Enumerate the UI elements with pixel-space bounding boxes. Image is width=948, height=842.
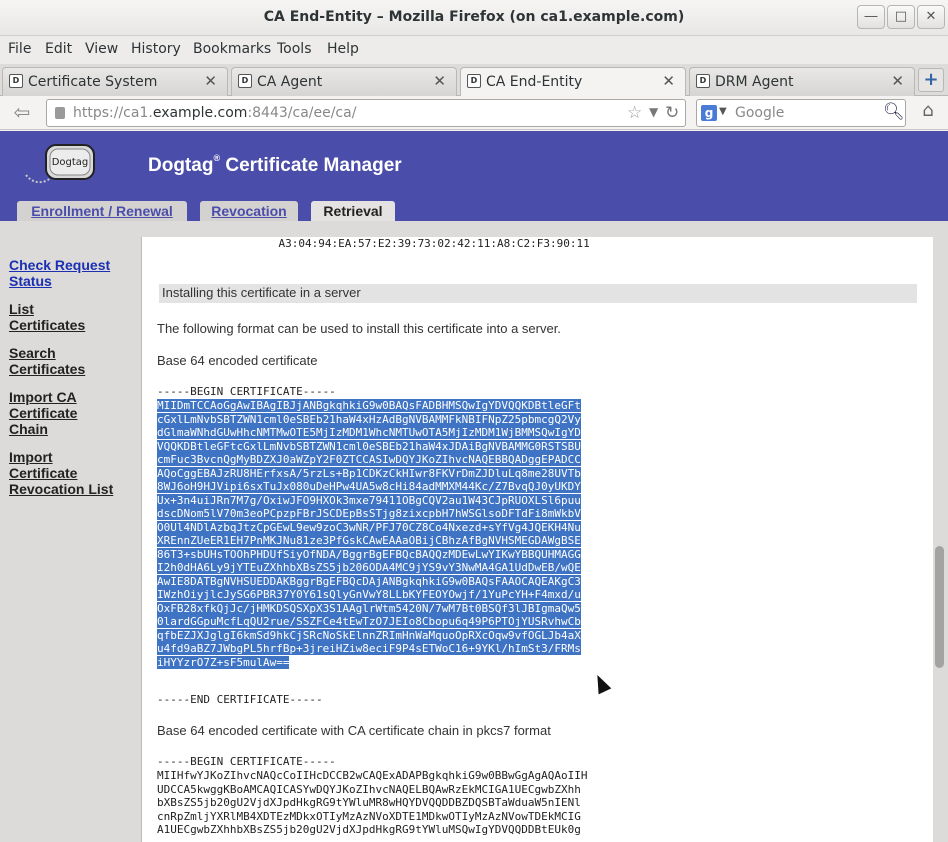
search-bar[interactable]: g ▼ Google 🔍︎: [696, 99, 906, 127]
certificate-line: cmFuc3BvcnQgMyBDZXJ0aWZpY2F0ZTCCASIwDQYJ…: [157, 453, 581, 466]
certificate-line: cGxlLmNvbSBTZWN1cml0eSBEb21haW4xHzAdBgNV…: [157, 412, 581, 426]
base64-label: Base 64 encoded certificate: [157, 353, 318, 368]
engine-dropdown-icon[interactable]: ▼: [719, 106, 727, 117]
certificate-line: VQQKDBtleGFtcGxlLmNvbSBTZWN1cml0eSBEb21h…: [157, 439, 581, 453]
close-tab-icon[interactable]: ✕: [433, 72, 446, 90]
menu-bookmarks[interactable]: Bookmarks: [193, 41, 271, 57]
certificate-line: OxFB28xfkQjJc/jHMKDSQSXpX3S1AAglrWtm5420…: [157, 601, 581, 615]
product-title: Dogtag® Certificate Manager: [148, 153, 402, 176]
bookmark-star-icon[interactable]: ☆: [627, 103, 642, 123]
menu-bar: File Edit View History Bookmarks Tools H…: [0, 36, 948, 64]
tab-retrieval[interactable]: Retrieval: [311, 201, 395, 221]
window-titlebar: CA End-Entity – Mozilla Firefox (on ca1.…: [0, 0, 948, 36]
certificate-line: 8WJ6oH9HJVipi6sxTuJx080uDeHPw4UA5w8cHi84…: [157, 480, 581, 493]
back-arrow-icon[interactable]: ⇦: [6, 100, 38, 126]
sidebar: Check Request Status List Certificates Sea…: [0, 221, 141, 842]
pkcs7-label: Base 64 encoded certificate with CA cert…: [157, 723, 551, 738]
navigation-bar: ⇦ https://ca1.example.com:8443/ca/ee/ca/…: [0, 96, 948, 130]
pkcs7-begin: -----BEGIN CERTIFICATE-----: [157, 755, 336, 768]
pkcs7-line: UDCCA5kwggKBoAMCAQICASYwDQYJKoZIhvcNAQEL…: [157, 782, 581, 796]
close-window-button[interactable]: ✕: [917, 5, 945, 29]
tab-enrollment-renewal[interactable]: Enrollment / Renewal: [17, 201, 187, 221]
minimize-button[interactable]: ―: [857, 5, 885, 29]
certificate-line: qfbEZJXJglgI6kmSd9hkCjSRcNoSkElnnZRImHnW…: [157, 628, 581, 642]
close-tab-icon[interactable]: ✕: [204, 72, 217, 90]
reload-icon[interactable]: ↻: [665, 103, 679, 123]
certificate-line: I2h0dHA6Ly9jYTEuZXhhbXBsZS5jb206ODA4MC9j…: [157, 561, 581, 574]
main-panel: A3:04:94:EA:57:E2:39:73:02:42:11:A8:C2:F…: [141, 237, 933, 842]
tab-label: CA End-Entity: [486, 74, 583, 90]
certificate-line: Ux+3n4uiJRn7M7g/OxiwJFO9HXOk3mxe79411OBg…: [157, 493, 581, 507]
tab-label: CA Agent: [257, 74, 323, 90]
certificate-line: IWzhOiyjlcJySG6PBR37Y0Y61sQlyGnVwY8LLbKY…: [157, 588, 581, 601]
search-icon[interactable]: 🔍︎: [883, 102, 905, 122]
scrollbar[interactable]: [933, 221, 948, 842]
certificate-line: O0Ul4NDlAzbqJtzCpGEwL9ew9zoC3wNR/PFJ70CZ…: [157, 520, 581, 534]
certificate-line: AwIE8DATBgNVHSUEDDAKBggrBgEFBQcDAjANBgkq…: [157, 574, 581, 588]
window-title: CA End-Entity – Mozilla Firefox (on ca1.…: [263, 9, 685, 25]
menu-history[interactable]: History: [131, 41, 181, 57]
dogtag-favicon-icon: D: [238, 74, 252, 88]
certificate-line: u4fd9aBZ7JWbgPL5hrfBp+3jreiHZiw8eciF9P4s…: [157, 642, 581, 655]
pkcs7-line: MIIHfwYJKoZIhvcNAQcCoIIHcDCCB2wCAQExADAP…: [157, 769, 588, 782]
certificate-text[interactable]: MIIDmTCCAoGgAwIBAgIBJjANBgkqhkiG9w0BAQsF…: [157, 399, 581, 669]
certificate-line: dGlmaWNhdGUwHhcNMTMwOTE5MjIzMDM1WhcNMTUw…: [157, 426, 581, 439]
certificate-line: AQoCggEBAJzRU8HErfxsA/5rzLs+Bp1CDKzCkHIw…: [157, 466, 581, 480]
search-placeholder: Google: [735, 105, 785, 121]
begin-certificate: -----BEGIN CERTIFICATE-----: [157, 385, 336, 398]
tab-drm-agent[interactable]: D DRM Agent ✕: [689, 67, 915, 96]
pkcs7-line: cnRpZmljYXRlMB4XDTEzMDkxOTIyMzAzNVoXDTE1…: [157, 809, 581, 823]
menu-edit[interactable]: Edit: [45, 41, 72, 57]
tab-label: Certificate System: [28, 74, 158, 90]
tab-revocation[interactable]: Revocation: [200, 201, 298, 221]
home-icon[interactable]: ⌂: [914, 100, 942, 126]
certificate-line: XREnnZUeER1EH7PnMKJNu81ze3PfGskCAwEAAaOB…: [157, 534, 581, 547]
dogtag-banner: Dogtag Dogtag® Certificate Manager Enrol…: [0, 131, 948, 221]
lock-icon: [55, 107, 65, 119]
sidebar-import-ca-chain[interactable]: Import CA Certificate Chain: [9, 389, 77, 437]
url-dropdown-icon[interactable]: ▼: [649, 105, 658, 119]
dogtag-favicon-icon: D: [9, 74, 23, 88]
tab-certificate-system[interactable]: D Certificate System ✕: [2, 67, 228, 96]
url-bar[interactable]: https://ca1.example.com:8443/ca/ee/ca/ ☆…: [46, 99, 686, 127]
svg-text:Dogtag: Dogtag: [52, 157, 89, 168]
certificate-line: 0lardGGpuMcfLqQU2rue/SSZFCe4tEwTzO7JEIo8…: [157, 615, 581, 628]
tab-ca-agent[interactable]: D CA Agent ✕: [231, 67, 457, 96]
tab-strip: D Certificate System ✕ D CA Agent ✕ D CA…: [0, 64, 948, 97]
menu-view[interactable]: View: [85, 41, 118, 57]
certificate-line: iHYYzrO7Z+sF5mulAw==: [157, 655, 290, 669]
sidebar-import-crl[interactable]: Import Certificate Revocation List: [9, 449, 113, 497]
certificate-line: dscDNom5lV70m3eoPCpzpFBrJSCDEpBsSTjg8zix…: [157, 507, 581, 520]
dogtag-favicon-icon: D: [467, 74, 481, 88]
sidebar-check-request-status[interactable]: Check Request Status: [9, 257, 110, 289]
end-certificate: -----END CERTIFICATE-----: [157, 693, 323, 706]
close-tab-icon[interactable]: ✕: [662, 72, 675, 90]
content-area: Check Request Status List Certificates Sea…: [0, 221, 948, 842]
menu-help[interactable]: Help: [327, 41, 359, 57]
dogtag-favicon-icon: D: [696, 74, 710, 88]
section-header: Installing this certificate in a server: [159, 284, 917, 303]
dogtag-logo: Dogtag: [25, 144, 95, 184]
google-engine-icon[interactable]: g: [701, 105, 717, 121]
maximize-button[interactable]: □: [887, 5, 915, 29]
close-tab-icon[interactable]: ✕: [891, 72, 904, 90]
certificate-line: MIIDmTCCAoGgAwIBAgIBJjANBgkqhkiG9w0BAQsF…: [157, 399, 581, 412]
url-text[interactable]: https://ca1.example.com:8443/ca/ee/ca/: [73, 105, 356, 121]
scrollbar-thumb[interactable]: [935, 546, 944, 668]
pkcs7-line: bXBsZS5jb20gU2VjdXJpdHkgRG9tYWluMR8wHQYD…: [157, 796, 581, 809]
menu-tools[interactable]: Tools: [277, 41, 312, 57]
certificate-line: 86T3+sbUHsTOOhPHDUfSiyOfNDA/BggrBgEFBQcB…: [157, 547, 581, 561]
fingerprint-line: A3:04:94:EA:57:E2:39:73:02:42:11:A8:C2:F…: [252, 237, 590, 250]
pkcs7-line: A1UECgwbZXhhbXBsZS5jb20gU2VjdXJpdHkgRG9t…: [157, 823, 581, 836]
tab-label: DRM Agent: [715, 74, 794, 90]
sidebar-list-certificates[interactable]: List Certificates: [9, 301, 85, 333]
tab-ca-end-entity[interactable]: D CA End-Entity ✕: [460, 67, 686, 97]
menu-file[interactable]: File: [8, 41, 31, 57]
intro-text: The following format can be used to inst…: [157, 321, 561, 336]
pkcs7-text[interactable]: MIIHfwYJKoZIhvcNAQcCoIIHcDCCB2wCAQExADAP…: [157, 769, 587, 837]
sidebar-search-certificates[interactable]: Search Certificates: [9, 345, 85, 377]
new-tab-button[interactable]: +: [918, 68, 944, 92]
